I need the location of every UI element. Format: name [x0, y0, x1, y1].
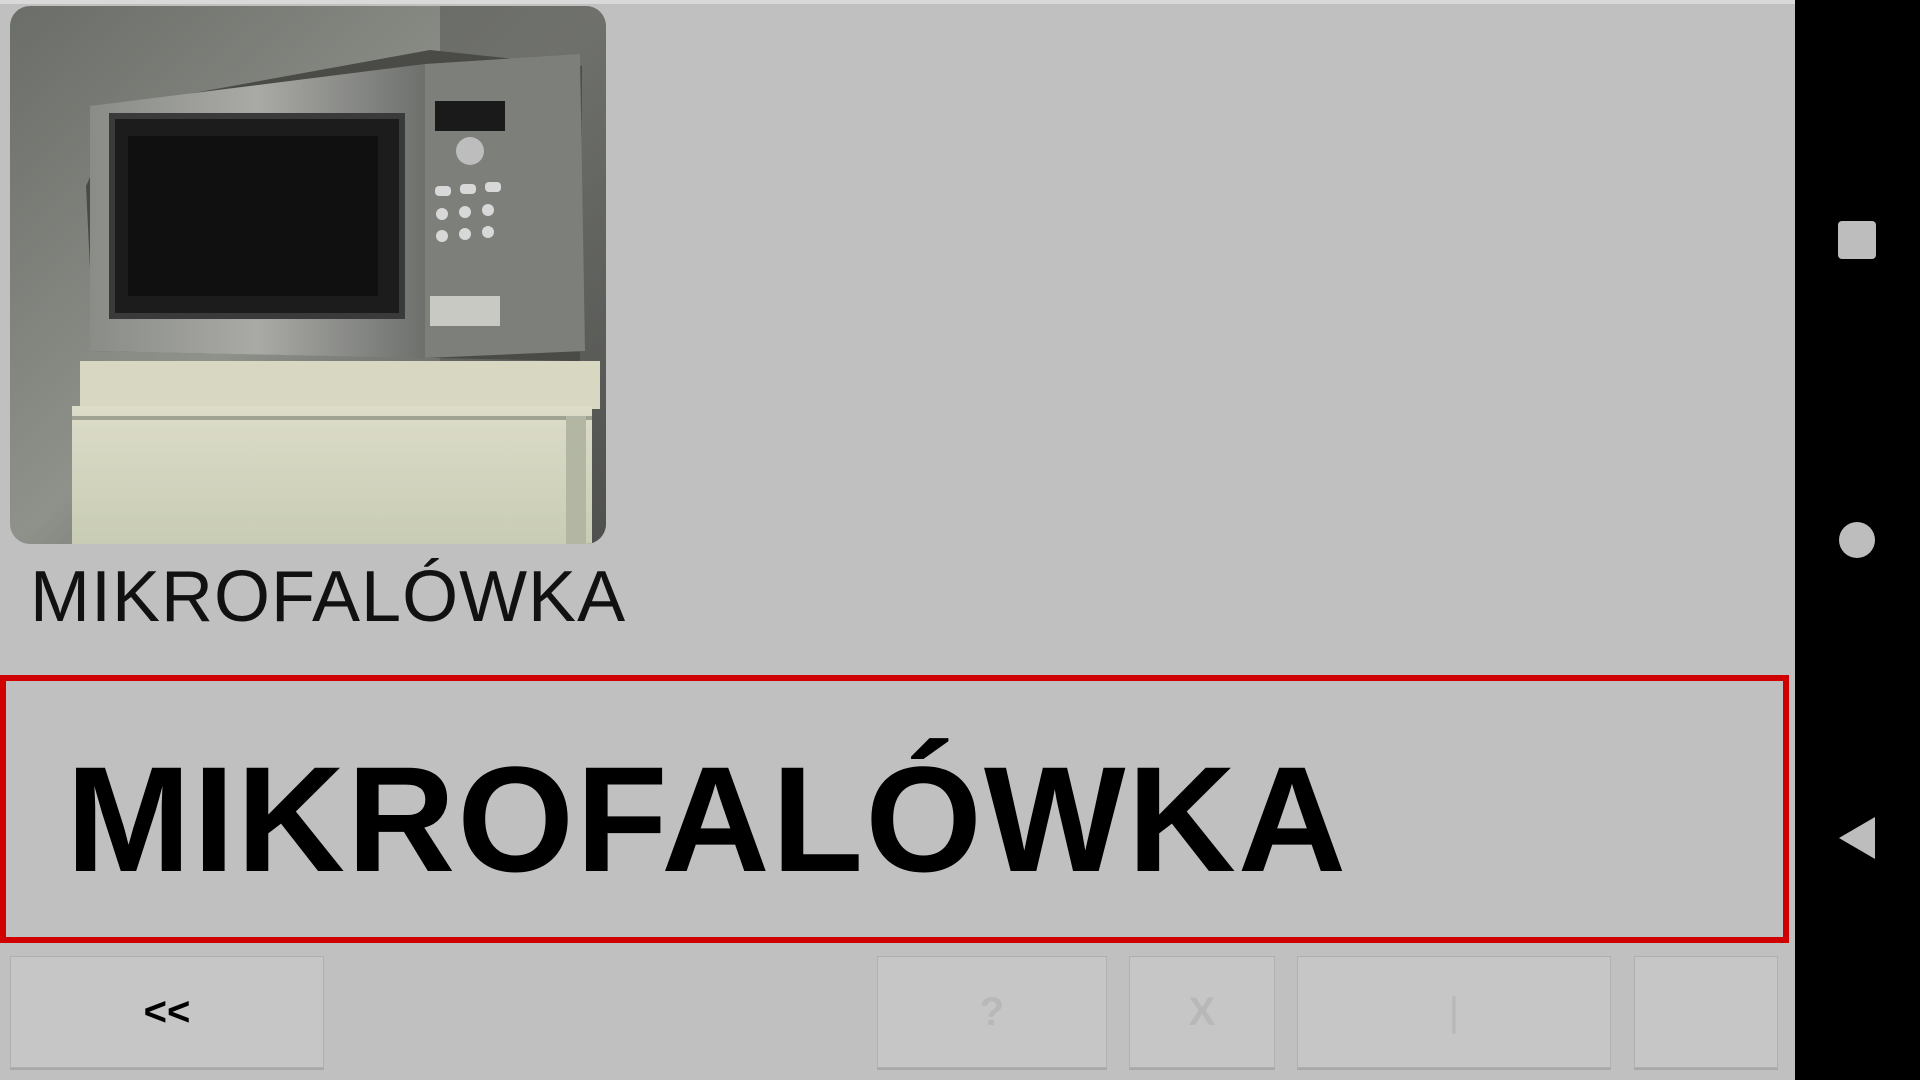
clear-button[interactable]: X — [1129, 956, 1275, 1068]
sentence-text: MIKROFALÓWKA — [66, 735, 1349, 903]
clear-button-label: X — [1188, 989, 1216, 1034]
sentence-bar[interactable]: MIKROFALÓWKA — [0, 675, 1789, 943]
back-button[interactable]: << — [10, 956, 324, 1068]
symbol-tile[interactable] — [10, 6, 606, 544]
help-button[interactable]: ? — [877, 956, 1107, 1068]
triangle-back-icon[interactable] — [1817, 798, 1897, 878]
microwave-photo — [10, 6, 606, 544]
separator-button-label: | — [1448, 989, 1460, 1034]
tile-label: MIKROFALÓWKA — [30, 557, 627, 637]
circle-icon[interactable] — [1817, 500, 1897, 580]
android-navbar — [1795, 0, 1920, 1080]
status-divider — [0, 0, 1795, 4]
back-button-label: << — [143, 989, 191, 1034]
help-button-label: ? — [979, 989, 1005, 1034]
separator-button[interactable]: | — [1297, 956, 1611, 1068]
last-button[interactable] — [1634, 956, 1778, 1068]
app-screen: MIKROFALÓWKA MIKROFALÓWKA << ? X | — [0, 0, 1795, 1080]
square-icon[interactable] — [1817, 200, 1897, 280]
